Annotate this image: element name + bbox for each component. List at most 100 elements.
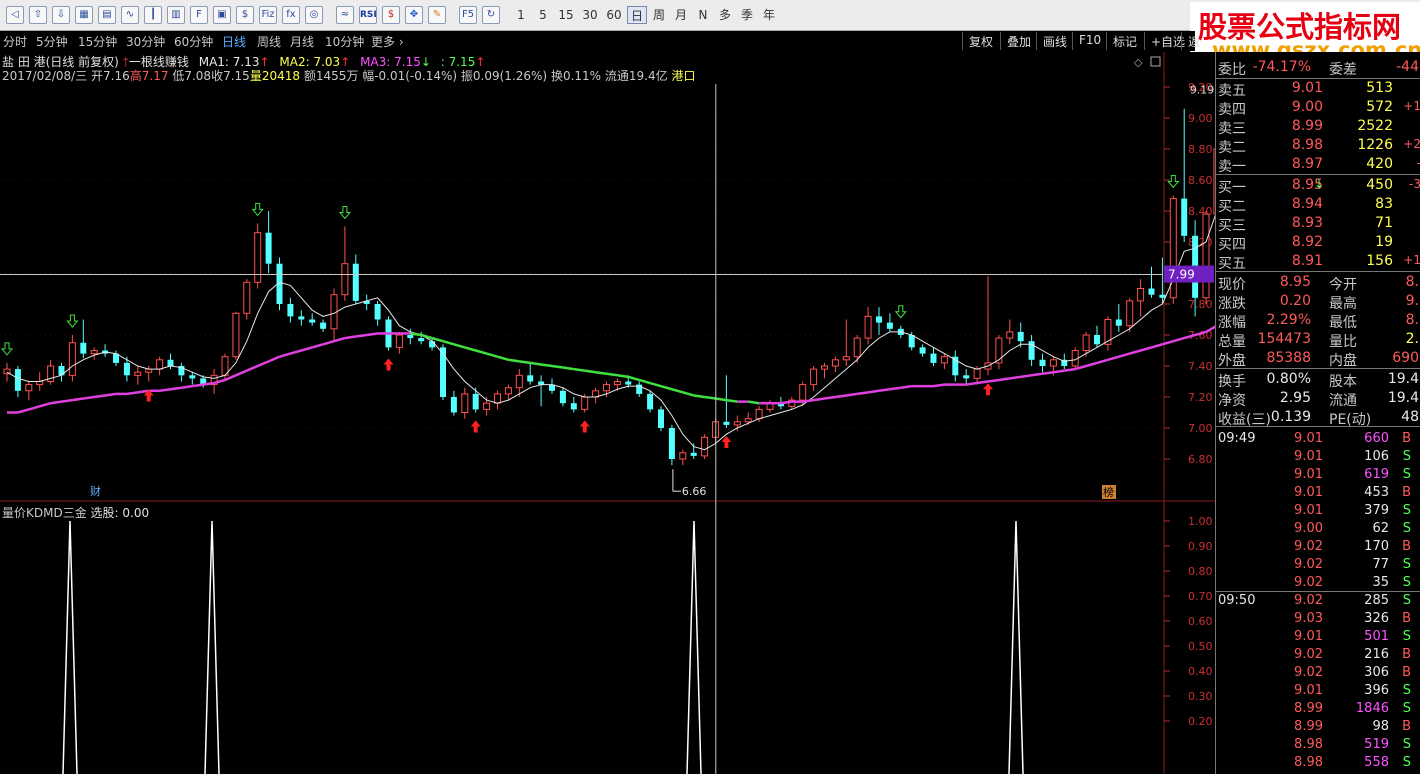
bid-row-3[interactable]: 买四 8.92 19: [1216, 233, 1420, 253]
line-chart-icon[interactable]: ∿: [121, 6, 139, 24]
fx-icon[interactable]: fx: [282, 6, 300, 24]
up-icon[interactable]: ⇧: [29, 6, 47, 24]
refresh-icon[interactable]: ↻: [482, 6, 500, 24]
f5-icon[interactable]: F5: [459, 6, 477, 24]
tick-side: B: [1402, 539, 1411, 554]
ask-row-0[interactable]: 卖五 9.01 513: [1216, 79, 1420, 99]
ask-row-1[interactable]: 卖四 9.00 572 +1: [1216, 98, 1420, 118]
candle-body: [25, 384, 33, 392]
chart-btn-1[interactable]: 叠加: [1000, 32, 1037, 50]
toolbar-period-1[interactable]: 1: [511, 6, 531, 24]
money-icon[interactable]: $: [236, 6, 254, 24]
table-icon[interactable]: ▤: [98, 6, 116, 24]
toolbar-period-年[interactable]: 年: [759, 6, 779, 24]
candlestick-icon[interactable]: ┃: [144, 6, 162, 24]
chart-btn-4[interactable]: 标记: [1106, 32, 1143, 50]
ma-long-segment: [508, 358, 520, 363]
quote-value: 19.4: [1387, 371, 1419, 387]
bid-row-2[interactable]: 买三 8.93 71: [1216, 214, 1420, 234]
candle-body: [68, 342, 76, 376]
info-icon[interactable]: ▣: [213, 6, 231, 24]
quote-value: 9.: [1405, 293, 1419, 309]
bid-row-1[interactable]: 买二 8.94 83: [1216, 195, 1420, 215]
chart-btn-3[interactable]: F10: [1072, 32, 1107, 50]
period-tab-3[interactable]: 30分钟: [126, 33, 165, 50]
ask-row-2[interactable]: 卖三 8.99 2522: [1216, 117, 1420, 137]
book-price: 8.97: [1291, 156, 1323, 172]
bar-change: 幅-0.01(-0.14%): [362, 69, 458, 83]
ma-long-segment: [867, 389, 880, 394]
toolbar-period-多[interactable]: 多: [715, 6, 735, 24]
f10-icon[interactable]: F: [190, 6, 208, 24]
period-tab-6[interactable]: 周线: [257, 33, 281, 50]
period-tab-9[interactable]: 更多 ›: [371, 33, 404, 50]
quote-label: 涨幅: [1218, 315, 1246, 331]
period-tab-2[interactable]: 15分钟: [78, 33, 117, 50]
webi-row: 委比 -74.17% 委差 -44: [1216, 58, 1420, 78]
chart-btn-6[interactable]: 返: [1181, 32, 1206, 50]
book-volume: 19: [1375, 234, 1393, 250]
dollar-icon[interactable]: $: [382, 6, 400, 24]
period-tab-1[interactable]: 5分钟: [36, 33, 68, 50]
industry-board: 港口: [671, 69, 696, 83]
quote-value: 0.80%: [1266, 371, 1311, 387]
kline-chart[interactable]: 9.209.008.808.608.408.208.007.807.607.40…: [0, 52, 1215, 774]
toolbar-period-15[interactable]: 15: [555, 6, 577, 24]
grid-icon[interactable]: ▦: [75, 6, 93, 24]
back-icon[interactable]: ◁: [6, 6, 24, 24]
period-tab-0[interactable]: 分时: [3, 33, 27, 50]
toolbar-period-30[interactable]: 30: [579, 6, 601, 24]
low-annotation: 6.66: [682, 485, 707, 498]
toolbar-period-日[interactable]: 日: [627, 6, 647, 24]
kline-panel[interactable]: 9.209.008.808.608.408.208.007.807.607.40…: [0, 52, 1215, 774]
ma-long-segment: [900, 384, 912, 389]
price-tick-label: 8.60: [1188, 174, 1213, 187]
period-tab-7[interactable]: 月线: [290, 33, 314, 50]
bid-row-4[interactable]: 买五 8.91 156 +1: [1216, 252, 1420, 272]
quote-label: 今开: [1329, 277, 1357, 293]
candle-body: [90, 350, 98, 355]
candle-body: [440, 347, 446, 397]
bang-marker[interactable]: 榜: [1103, 485, 1114, 499]
rsi-icon[interactable]: RSI: [359, 6, 377, 24]
ask-row-3[interactable]: 卖二 8.98 1226 +2: [1216, 136, 1420, 156]
pencil-icon[interactable]: ✎: [428, 6, 446, 24]
toolbar-period-季[interactable]: 季: [737, 6, 757, 24]
finance-marker[interactable]: 财: [90, 484, 101, 498]
price-tick-label: 6.80: [1188, 453, 1213, 466]
fiz-icon[interactable]: Fiz: [259, 6, 277, 24]
indicator-tick-label: 0.80: [1188, 565, 1213, 578]
candle-body: [1126, 300, 1134, 327]
wave-icon[interactable]: ≈: [336, 6, 354, 24]
ma-long-segment: [540, 363, 553, 368]
toolbar-period-周[interactable]: 周: [649, 6, 669, 24]
period-tab-4[interactable]: 60分钟: [174, 33, 213, 50]
ma-long-segment: [181, 384, 193, 389]
toolbar-period-5[interactable]: 5: [533, 6, 553, 24]
toolbar-period-月[interactable]: 月: [671, 6, 691, 24]
down-icon[interactable]: ⇩: [52, 6, 70, 24]
tick-side: S: [1402, 503, 1411, 518]
quote-label: 最高: [1329, 296, 1357, 312]
period-tab-5[interactable]: 日线: [222, 33, 246, 50]
move-icon[interactable]: ✥: [405, 6, 423, 24]
chart-btn-2[interactable]: 画线: [1036, 32, 1073, 50]
quote-label: 净资: [1218, 393, 1246, 409]
tick-row: 9.02 35 S: [1216, 574, 1420, 592]
diamond-icon[interactable]: ◇: [1134, 56, 1143, 69]
candle-body: [625, 381, 632, 385]
ask-row-4[interactable]: 卖一 8.97 420 -: [1216, 155, 1420, 175]
tick-volume: 216: [1364, 647, 1389, 662]
chart-btn-0[interactable]: 复权: [962, 32, 999, 50]
toolbar-period-60[interactable]: 60: [603, 6, 625, 24]
ma-long-segment: [1031, 372, 1043, 377]
toolbar-period-N[interactable]: N: [693, 6, 713, 24]
circle-icon[interactable]: ◎: [305, 6, 323, 24]
separator: [1216, 174, 1420, 175]
quote-value: 19.4: [1387, 390, 1419, 406]
tick-price: 9.00: [1294, 521, 1323, 536]
period-tab-8[interactable]: 10分钟: [325, 33, 364, 50]
candle-body: [461, 393, 469, 413]
candle-body: [876, 316, 882, 323]
orderbook-icon[interactable]: ▥: [167, 6, 185, 24]
